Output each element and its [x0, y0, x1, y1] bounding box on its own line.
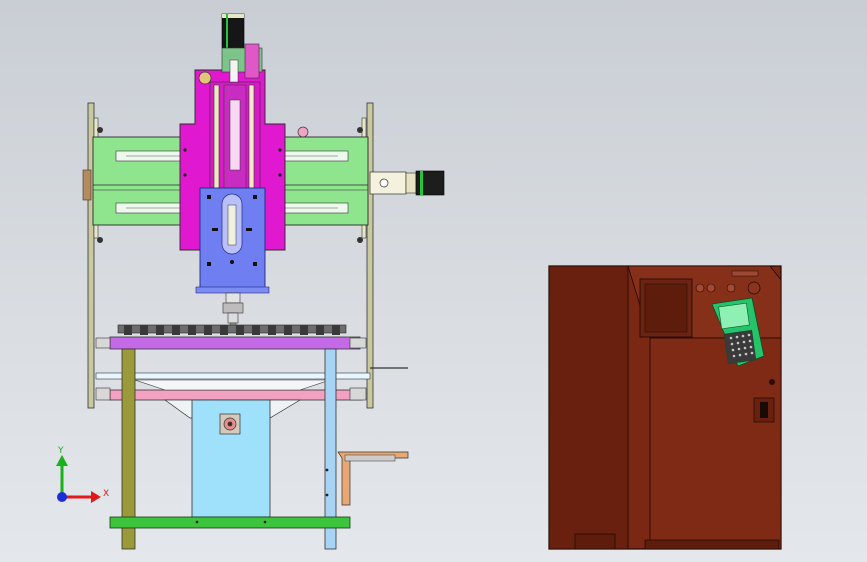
base-bar — [109, 516, 351, 529]
lower-table — [95, 367, 408, 401]
side-bracket — [337, 451, 409, 506]
x-axis-motor — [369, 170, 445, 196]
z-axis-motor — [221, 13, 263, 83]
spindle-tool — [222, 292, 244, 330]
pedestal — [163, 399, 302, 518]
axis-triad: Y X — [56, 446, 109, 503]
y-axis-label: Y — [57, 446, 64, 456]
cad-drawing: Y X — [56, 13, 782, 550]
cad-viewport[interactable]: Y X — [0, 0, 867, 562]
t-slot-table — [95, 324, 367, 350]
x-axis-label: X — [103, 489, 109, 499]
spindle-plate — [195, 187, 270, 294]
cnc-machine-assembly — [82, 13, 445, 550]
